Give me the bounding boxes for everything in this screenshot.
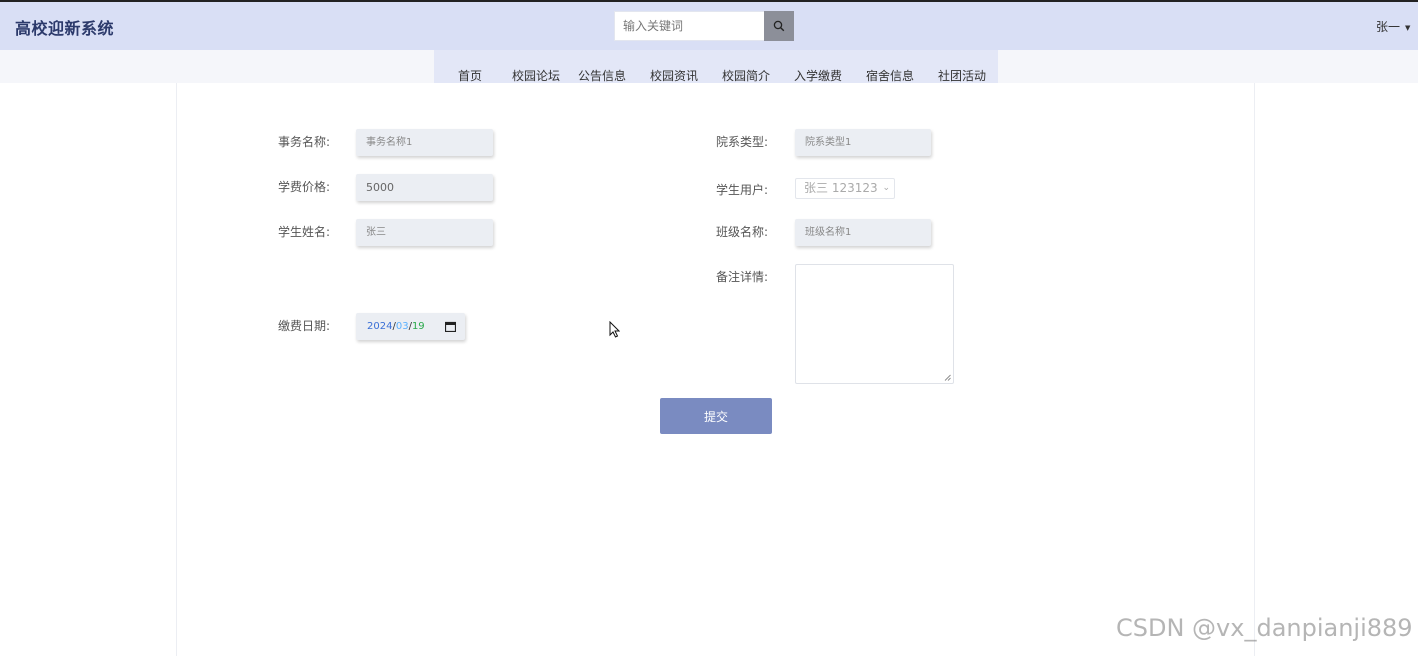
site-brand[interactable]: 高校迎新系统 (15, 15, 114, 39)
pay-date-month: 03 (395, 321, 409, 332)
nav-item-clubs[interactable]: 社团活动 (938, 67, 986, 84)
dept-type-label: 院系类型: (716, 135, 769, 149)
affair-name-field[interactable]: 事务名称1 (356, 129, 493, 156)
class-name-label: 班级名称: (716, 225, 769, 239)
remarks-textarea[interactable] (795, 264, 954, 384)
pay-date-year: 2024 (367, 321, 393, 332)
tuition-label: 学费价格: (278, 180, 331, 194)
student-name-label: 学生姓名: (278, 225, 331, 239)
affair-name-label: 事务名称: (278, 135, 331, 149)
top-header: 高校迎新系统 张一 ▼ (0, 0, 1418, 50)
pay-date-day: 19 (411, 321, 425, 332)
student-user-label: 学生用户: (716, 183, 769, 197)
pay-date-label: 缴费日期: (278, 319, 331, 333)
chevron-down-icon: ⌄ (882, 183, 890, 193)
student-user-selected: 张三 123123 (804, 181, 878, 195)
student-name-field[interactable]: 张三 (356, 219, 493, 246)
user-menu[interactable]: 张一 ▼ (1376, 18, 1410, 35)
search-bar (614, 11, 794, 41)
caret-down-icon: ▼ (1405, 23, 1411, 32)
nav-item-notices[interactable]: 公告信息 (578, 67, 626, 84)
dept-type-field[interactable]: 院系类型1 (795, 129, 931, 156)
nav-item-dorm[interactable]: 宿舍信息 (866, 67, 914, 84)
calendar-icon[interactable] (445, 321, 456, 332)
student-user-select[interactable]: 张三 123123 ⌄ (795, 178, 895, 199)
search-button[interactable] (764, 11, 794, 41)
pay-date-field[interactable]: 2024/03/19 (356, 313, 465, 340)
mouse-pointer-icon (609, 321, 620, 338)
class-name-field[interactable]: 班级名称1 (795, 219, 931, 246)
nav-item-news[interactable]: 校园资讯 (650, 67, 698, 84)
search-input[interactable] (614, 11, 764, 41)
nav-item-intro[interactable]: 校园简介 (722, 67, 770, 84)
user-name: 张一 (1376, 20, 1401, 34)
nav-item-home[interactable]: 首页 (458, 67, 482, 84)
resize-grip-icon[interactable] (944, 374, 951, 381)
remarks-label: 备注详情: (716, 270, 769, 284)
search-icon (773, 20, 785, 32)
tuition-field[interactable]: 5000 (356, 174, 493, 201)
submit-button[interactable]: 提交 (660, 398, 772, 434)
nav-item-tuition[interactable]: 入学缴费 (794, 67, 842, 84)
watermark-text: CSDN @vx_danpianji889 (1116, 614, 1413, 642)
nav-item-forum[interactable]: 校园论坛 (512, 67, 560, 84)
content-panel (176, 83, 1255, 656)
